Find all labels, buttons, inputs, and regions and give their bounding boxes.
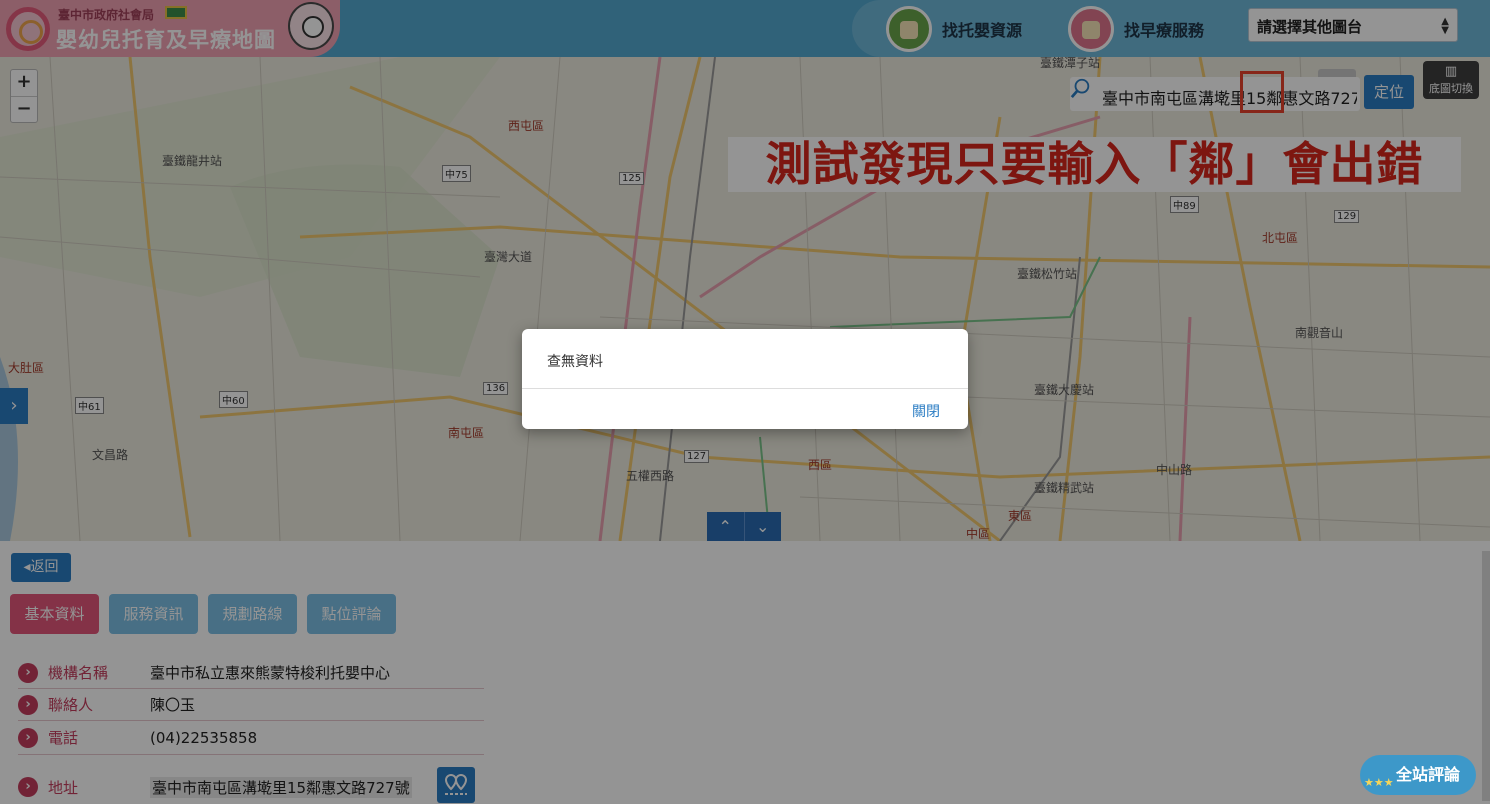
stars-icon: ★★★ xyxy=(1364,776,1394,789)
dialog-divider xyxy=(522,388,968,389)
site-review-label: 全站評論 xyxy=(1396,765,1461,784)
dialog-message: 查無資料 xyxy=(547,354,603,370)
alert-dialog: 查無資料 關閉 xyxy=(522,329,968,429)
dialog-close-button[interactable]: 關閉 xyxy=(912,401,940,421)
site-review-button[interactable]: ★★★ 全站評論 xyxy=(1360,755,1476,795)
